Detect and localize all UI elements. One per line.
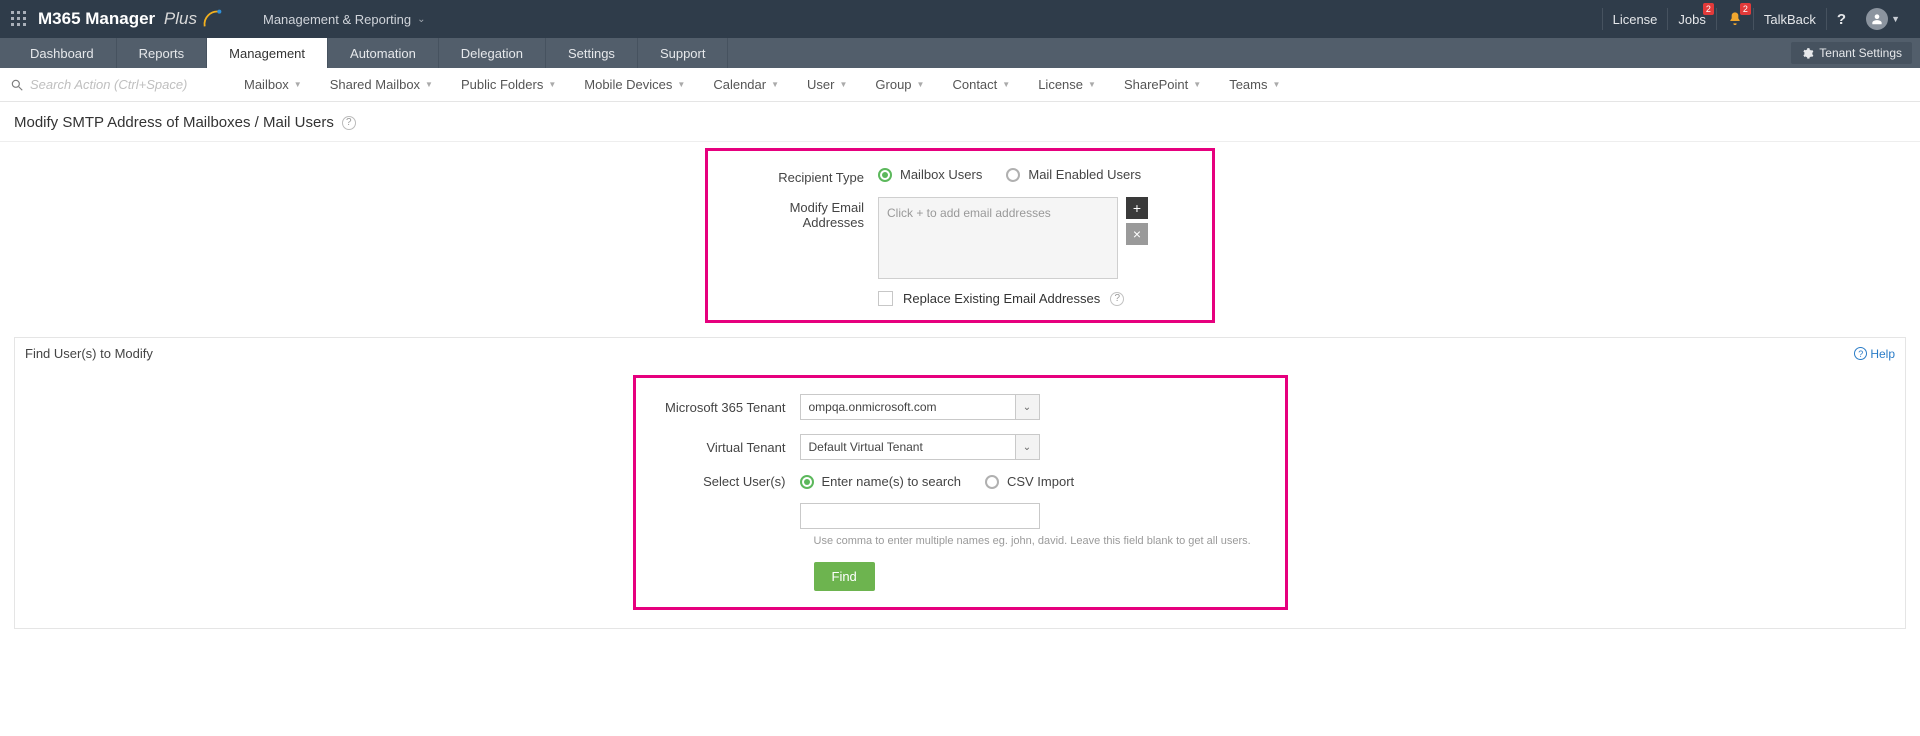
caret-down-icon: ▼ xyxy=(425,80,433,89)
replace-existing-checkbox[interactable] xyxy=(878,291,893,306)
find-users-panel: Find User(s) to Modify ?Help Microsoft 3… xyxy=(14,337,1906,629)
caret-down-icon: ▼ xyxy=(1272,80,1280,89)
radio-dot-icon xyxy=(800,475,814,489)
caret-down-icon: ▼ xyxy=(548,80,556,89)
plus-icon: + xyxy=(1133,200,1141,216)
license-link[interactable]: License xyxy=(1602,8,1668,30)
notifications-button[interactable]: 2 xyxy=(1716,8,1753,30)
vtenant-label: Virtual Tenant xyxy=(650,440,800,455)
subnav-teams[interactable]: Teams▼ xyxy=(1215,77,1294,92)
replace-existing-label: Replace Existing Email Addresses xyxy=(903,291,1100,306)
caret-down-icon: ▼ xyxy=(917,80,925,89)
subnav-contact[interactable]: Contact▼ xyxy=(938,77,1024,92)
caret-down-icon: ▼ xyxy=(771,80,779,89)
subnav-license[interactable]: License▼ xyxy=(1024,77,1110,92)
remove-address-button[interactable]: × xyxy=(1126,223,1148,245)
help-icon: ? xyxy=(1837,11,1846,28)
tenant-settings-label: Tenant Settings xyxy=(1819,46,1902,60)
tenant-value: ompqa.onmicrosoft.com xyxy=(801,400,1015,414)
radio-dot-icon xyxy=(1006,168,1020,182)
subnav-mobile-devices[interactable]: Mobile Devices▼ xyxy=(570,77,699,92)
jobs-badge: 2 xyxy=(1703,3,1714,15)
notifications-badge: 2 xyxy=(1740,3,1751,15)
talkback-link[interactable]: TalkBack xyxy=(1753,8,1826,30)
panel-help-link[interactable]: ?Help xyxy=(1854,347,1895,361)
subnav-sharepoint[interactable]: SharePoint▼ xyxy=(1110,77,1215,92)
subnav-calendar[interactable]: Calendar▼ xyxy=(699,77,793,92)
add-address-button[interactable]: + xyxy=(1126,197,1148,219)
subnav-group[interactable]: Group▼ xyxy=(861,77,938,92)
caret-down-icon: ▼ xyxy=(1088,80,1096,89)
user-menu[interactable]: ▼ xyxy=(1856,8,1910,30)
chevron-down-icon: ⌄ xyxy=(417,14,425,25)
caret-down-icon: ▼ xyxy=(1002,80,1010,89)
module-dropdown[interactable]: Management & Reporting ⌄ xyxy=(263,12,426,27)
tab-support[interactable]: Support xyxy=(638,38,729,68)
caret-down-icon: ▼ xyxy=(1193,80,1201,89)
names-hint: Use comma to enter multiple names eg. jo… xyxy=(814,533,1274,550)
user-names-input[interactable] xyxy=(800,503,1040,529)
module-dropdown-label: Management & Reporting xyxy=(263,12,411,27)
tab-dashboard[interactable]: Dashboard xyxy=(8,38,117,68)
user-avatar-icon xyxy=(1866,8,1888,30)
tab-delegation[interactable]: Delegation xyxy=(439,38,546,68)
radio-enter-names[interactable]: Enter name(s) to search xyxy=(800,474,961,489)
page-title: Modify SMTP Address of Mailboxes / Mail … xyxy=(14,114,334,131)
help-button[interactable]: ? xyxy=(1826,8,1856,30)
recipient-type-label: Recipient Type xyxy=(728,167,878,185)
chevron-down-icon: ▼ xyxy=(1891,14,1900,24)
email-addresses-textarea[interactable]: Click + to add email addresses xyxy=(878,197,1118,279)
gear-icon xyxy=(1801,47,1814,60)
caret-down-icon: ▼ xyxy=(677,80,685,89)
brand-main: M365 Manager xyxy=(38,9,155,28)
subnav-user[interactable]: User▼ xyxy=(793,77,861,92)
vtenant-value: Default Virtual Tenant xyxy=(801,440,1015,454)
vtenant-dropdown-button[interactable]: ⌄ xyxy=(1015,435,1039,459)
page-help-icon[interactable]: ? xyxy=(342,116,356,130)
tenant-settings-button[interactable]: Tenant Settings xyxy=(1791,42,1912,64)
tenant-select[interactable]: ompqa.onmicrosoft.com ⌄ xyxy=(800,394,1040,420)
subnav-public-folders[interactable]: Public Folders▼ xyxy=(447,77,570,92)
tab-reports[interactable]: Reports xyxy=(117,38,208,68)
brand-swoosh-icon xyxy=(201,8,223,30)
radio-mail-enabled-users[interactable]: Mail Enabled Users xyxy=(1006,167,1141,182)
modify-settings-box: Recipient Type Mailbox Users Mail Enable… xyxy=(705,148,1215,323)
chevron-down-icon: ⌄ xyxy=(1023,442,1031,453)
vtenant-select[interactable]: Default Virtual Tenant ⌄ xyxy=(800,434,1040,460)
find-users-box: Microsoft 365 Tenant ompqa.onmicrosoft.c… xyxy=(633,375,1288,610)
radio-dot-icon xyxy=(985,475,999,489)
caret-down-icon: ▼ xyxy=(294,80,302,89)
tab-settings[interactable]: Settings xyxy=(546,38,638,68)
jobs-link[interactable]: Jobs 2 xyxy=(1667,8,1715,30)
search-input[interactable] xyxy=(30,77,210,92)
caret-down-icon: ▼ xyxy=(839,80,847,89)
panel-title: Find User(s) to Modify xyxy=(25,346,153,361)
modify-addresses-label: Modify Email Addresses xyxy=(728,197,878,279)
search-icon xyxy=(10,78,24,92)
apps-grid-icon[interactable] xyxy=(10,10,28,28)
radio-dot-icon xyxy=(878,168,892,182)
brand-logo: M365 Manager Plus xyxy=(38,8,223,30)
help-circle-icon: ? xyxy=(1854,347,1867,360)
radio-mailbox-users[interactable]: Mailbox Users xyxy=(878,167,982,182)
find-button[interactable]: Find xyxy=(814,562,875,591)
tab-automation[interactable]: Automation xyxy=(328,38,439,68)
chevron-down-icon: ⌄ xyxy=(1023,402,1031,413)
select-users-label: Select User(s) xyxy=(650,474,800,489)
subnav-mailbox[interactable]: Mailbox▼ xyxy=(230,77,316,92)
tenant-dropdown-button[interactable]: ⌄ xyxy=(1015,395,1039,419)
jobs-link-label: Jobs xyxy=(1678,12,1705,27)
replace-help-icon[interactable]: ? xyxy=(1110,292,1124,306)
subnav-shared-mailbox[interactable]: Shared Mailbox▼ xyxy=(316,77,447,92)
close-icon: × xyxy=(1133,226,1141,242)
brand-sub: Plus xyxy=(164,9,197,28)
radio-csv-import[interactable]: CSV Import xyxy=(985,474,1074,489)
tenant-label: Microsoft 365 Tenant xyxy=(650,400,800,415)
tab-management[interactable]: Management xyxy=(207,38,328,68)
